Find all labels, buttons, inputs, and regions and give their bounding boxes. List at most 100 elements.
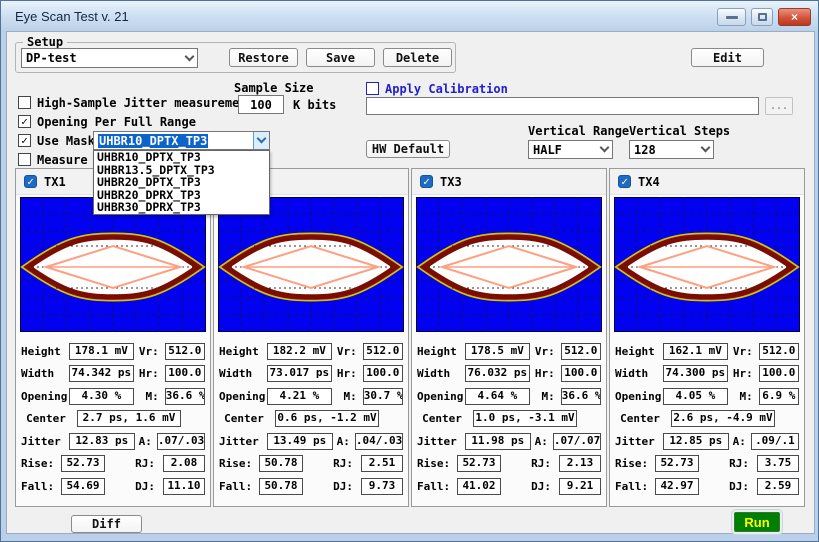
mask-select[interactable]: UHBR10_DPTX_TP3 (93, 131, 270, 150)
measure-q-checkbox[interactable]: ✓ (18, 153, 31, 166)
jitter-row: Jitter 11.98 ps A: .07/.07 (417, 430, 601, 453)
minimize-button[interactable] (717, 8, 746, 26)
eye-diagram (218, 197, 404, 332)
close-icon: × (791, 10, 798, 24)
chevron-down-icon (596, 148, 612, 151)
run-button[interactable]: Run (734, 512, 780, 532)
fall-row: Fall: 42.97 DJ: 2.59 (615, 475, 799, 498)
high-sample-row: ✓ High-Sample Jitter measurement (18, 95, 254, 110)
height-value-box: 182.2 mV (267, 343, 332, 360)
setup-group-label: Setup (23, 35, 67, 49)
width-value-box: 74.300 ps (663, 365, 728, 382)
title-bar[interactable]: Eye Scan Test v. 21 × (1, 1, 818, 31)
minimize-icon (726, 16, 738, 19)
browse-button[interactable]: ... (765, 97, 793, 115)
width-value-box: 76.032 ps (465, 365, 530, 382)
opening-full-range-label: Opening Per Full Range (37, 115, 196, 129)
chevron-down-icon (697, 148, 713, 151)
hw-default-button[interactable]: HW Default (366, 140, 450, 158)
jitter-row: Jitter 13.49 ps A: .04/.03 (219, 430, 403, 453)
opening-row: Opening 4.05 % M: 6.9 % (615, 385, 799, 408)
fall-value-box: 42.97 (655, 478, 699, 495)
height-row: Height 178.1 mV Vr: 512.0 (21, 340, 205, 363)
eye-diagram (20, 197, 206, 332)
mask-option[interactable]: UHBR20_DPTX_TP3 (94, 176, 269, 189)
rj-value-box: 2.51 (361, 455, 403, 472)
vertical-steps-select[interactable]: 128 (629, 140, 714, 159)
channel-checkbox[interactable]: ✓ (618, 175, 631, 188)
eye-scan-window: Eye Scan Test v. 21 × Setup DP-test Rest… (0, 0, 819, 542)
a-value-box: .09/.1 (751, 433, 799, 450)
delete-button[interactable]: Delete (383, 48, 452, 67)
chevron-down-icon[interactable] (253, 132, 269, 149)
maximize-button[interactable] (751, 8, 773, 26)
mask-option[interactable]: UHBR30_DPRX_TP3 (94, 201, 269, 214)
setup-preset-value: DP-test (22, 51, 181, 65)
rise-row: Rise: 50.78 RJ: 2.51 (219, 453, 403, 476)
channel-label: TX1 (44, 175, 66, 189)
fall-row: Fall: 54.69 DJ: 11.10 (21, 475, 205, 498)
use-mask-label: Use Mask (37, 134, 95, 148)
rise-value-box: 50.78 (259, 455, 303, 472)
channel-header: ✓ TX3 (412, 169, 606, 195)
rise-row: Rise: 52.73 RJ: 3.75 (615, 453, 799, 476)
a-value-box: .07/.07 (553, 433, 601, 450)
fall-value-box: 41.02 (457, 478, 501, 495)
rise-row: Rise: 52.73 RJ: 2.13 (417, 453, 601, 476)
height-value-box: 162.1 mV (663, 343, 728, 360)
opening-full-range-row: ✓ Opening Per Full Range (18, 114, 196, 129)
mask-select-value: UHBR10_DPTX_TP3 (98, 134, 208, 148)
channel-panel: ✓ TX1 (15, 168, 211, 507)
vertical-range-label: Vertical Range (528, 124, 629, 138)
center-row: Center 2.6 ps, -4.9 mV (615, 408, 799, 431)
jitter-row: Jitter 12.83 ps A: .07/.03 (21, 430, 205, 453)
maximize-icon (758, 13, 767, 21)
height-row: Height 162.1 mV Vr: 512.0 (615, 340, 799, 363)
vr-value-box: 512.0 (561, 343, 601, 360)
eye-diagram (614, 197, 800, 332)
channel-checkbox[interactable]: ✓ (420, 175, 433, 188)
apply-calibration-checkbox[interactable]: ✓ (366, 82, 379, 95)
calibration-path-input[interactable] (366, 97, 759, 115)
width-value-box: 73.017 ps (267, 365, 332, 382)
vr-value-box: 512.0 (759, 343, 799, 360)
diff-button[interactable]: Diff (71, 515, 142, 533)
m-value-box: 36.6 % (561, 388, 601, 405)
fall-value-box: 50.78 (259, 478, 303, 495)
height-row: Height 182.2 mV Vr: 512.0 (219, 340, 403, 363)
vr-value-box: 512.0 (165, 343, 205, 360)
channel-checkbox[interactable]: ✓ (24, 175, 37, 188)
jitter-value-box: 12.85 ps (663, 433, 728, 450)
sample-size-label: Sample Size (234, 81, 313, 95)
opening-full-range-checkbox[interactable]: ✓ (18, 115, 31, 128)
vr-value-box: 512.0 (363, 343, 403, 360)
jitter-value-box: 12.83 ps (69, 433, 134, 450)
vertical-range-select[interactable]: HALF (528, 140, 613, 159)
fall-value-box: 54.69 (61, 478, 105, 495)
use-mask-row: ✓ Use Mask (18, 133, 95, 148)
width-row: Width 74.300 ps Hr: 100.0 (615, 363, 799, 386)
mask-dropdown-list: UHBR10_DPTX_TP3 UHBR13.5_DPTX_TP3 UHBR20… (93, 150, 270, 215)
close-button[interactable]: × (778, 8, 811, 26)
jitter-value-box: 11.98 ps (465, 433, 530, 450)
fall-row: Fall: 41.02 DJ: 9.21 (417, 475, 601, 498)
width-row: Width 73.017 ps Hr: 100.0 (219, 363, 403, 386)
hr-value-box: 100.0 (363, 365, 403, 382)
high-sample-checkbox[interactable]: ✓ (18, 96, 31, 109)
opening-row: Opening 4.64 % M: 36.6 % (417, 385, 601, 408)
apply-calibration-row: ✓ Apply Calibration (366, 81, 508, 96)
opening-value-box: 4.64 % (465, 388, 530, 405)
center-row: Center 1.0 ps, -3.1 mV (417, 408, 601, 431)
setup-preset-select[interactable]: DP-test (21, 48, 198, 68)
sample-size-input[interactable] (238, 95, 284, 114)
jitter-value-box: 13.49 ps (267, 433, 332, 450)
edit-button[interactable]: Edit (691, 48, 764, 67)
save-button[interactable]: Save (306, 48, 375, 67)
channel-label: TX3 (440, 175, 462, 189)
use-mask-checkbox[interactable]: ✓ (18, 134, 31, 147)
restore-button[interactable]: Restore (229, 48, 298, 67)
center-row: Center 0.6 ps, -1.2 mV (219, 408, 403, 431)
center-value-box: 2.7 ps, 1.6 mV (77, 410, 181, 427)
mask-option[interactable]: UHBR10_DPTX_TP3 (94, 151, 269, 164)
rise-value-box: 52.73 (655, 455, 699, 472)
